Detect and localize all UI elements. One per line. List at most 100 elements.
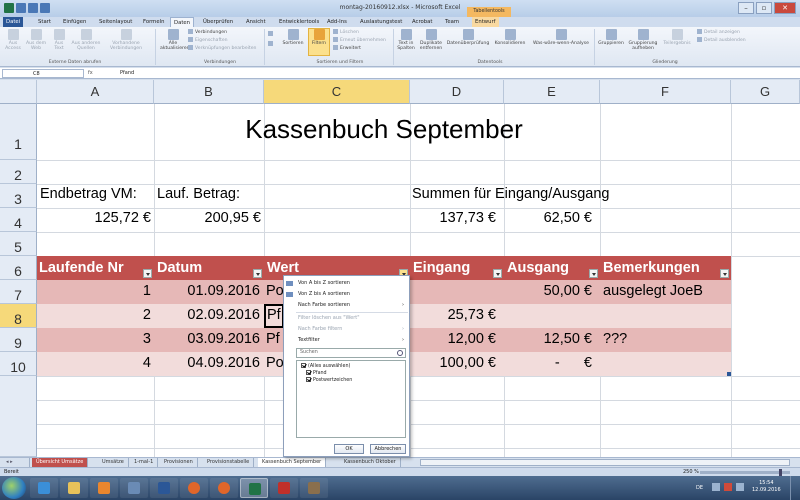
cell-nr[interactable]: 1 <box>37 283 151 299</box>
row-header-1[interactable]: 1 <box>0 104 37 160</box>
zoom-slider-knob[interactable] <box>779 469 782 476</box>
row-header-4[interactable]: 4 <box>0 208 37 232</box>
cell-datum[interactable]: 02.09.2016 <box>154 307 260 323</box>
tab-add-ins[interactable]: Add-Ins <box>324 17 350 27</box>
tab-entwurf[interactable]: Entwurf <box>472 17 499 27</box>
sheet-tab-umsaetze[interactable]: Umsätze <box>98 458 129 467</box>
checkbox-checked[interactable] <box>306 377 311 382</box>
zoom-slider[interactable] <box>700 471 790 474</box>
cell-nr[interactable]: 2 <box>37 307 151 323</box>
cell-eingang[interactable]: 12,00 € <box>410 331 496 347</box>
sheet-tab-kassenbuch-september[interactable]: Kassenbuch September <box>258 458 327 467</box>
data-validation-button[interactable]: Datenüberprüfung <box>446 29 490 46</box>
sort-button[interactable]: Sortieren <box>280 29 306 46</box>
sheet-tab-provisionen[interactable]: Provisionen <box>160 458 198 467</box>
cell-ausgang[interactable]: 12,50 € <box>504 331 592 347</box>
tab-einfuegen[interactable]: Einfügen <box>60 17 89 27</box>
menu-filter-by-color[interactable]: Nach Farbe filtern › <box>284 324 409 335</box>
tab-formeln[interactable]: Formeln <box>140 17 167 27</box>
column-header-e[interactable]: E <box>504 80 600 104</box>
filter-cancel-button[interactable]: Abbrechen <box>370 444 406 454</box>
row-header-8[interactable]: 8 <box>0 304 37 328</box>
formula-input[interactable]: Pfand <box>120 69 134 78</box>
taskbar-word[interactable] <box>150 478 178 498</box>
network-icon[interactable] <box>736 483 744 491</box>
language-indicator[interactable]: DE <box>696 485 703 491</box>
clock[interactable]: 15:54 12.09.2016 <box>752 480 781 494</box>
edit-links-button[interactable]: Verknüpfungen bearbeiten <box>188 45 256 52</box>
minimize-button[interactable]: – <box>738 2 754 14</box>
from-web-button[interactable]: Aus dem Web <box>24 29 48 52</box>
subtotal-button[interactable]: Teilergebnis <box>661 29 693 46</box>
tab-entwicklertools[interactable]: Entwicklertools <box>276 17 322 27</box>
horizontal-scrollbar[interactable] <box>420 459 790 466</box>
zoom-level[interactable]: 250 % <box>683 469 699 475</box>
tab-ansicht[interactable]: Ansicht <box>243 17 269 27</box>
from-other-sources-button[interactable]: Aus anderen Quellen <box>70 29 102 52</box>
cell-wert[interactable]: Pf <box>266 331 284 347</box>
row-header-3[interactable]: 3 <box>0 184 37 208</box>
column-header-b[interactable]: B <box>154 80 264 104</box>
sheet-tab-provisionstabelle[interactable]: Provisionstabelle <box>203 458 255 467</box>
table-resize-handle[interactable] <box>727 372 731 376</box>
consolidate-button[interactable]: Konsolidieren <box>492 29 528 46</box>
tray-icon[interactable] <box>724 483 732 491</box>
cell-nr[interactable]: 3 <box>37 331 151 347</box>
taskbar-media-player[interactable] <box>90 478 118 498</box>
close-button[interactable]: ✕ <box>774 2 796 14</box>
tab-auslastungstest[interactable]: Auslastungstest <box>357 17 405 27</box>
tab-acrobat[interactable]: Acrobat <box>409 17 435 27</box>
cell-bemerkung[interactable]: ??? <box>603 331 627 347</box>
taskbar-firefox-2[interactable] <box>210 478 238 498</box>
cell-datum[interactable]: 01.09.2016 <box>154 283 260 299</box>
tab-ueberpruefen[interactable]: Überprüfen <box>200 17 236 27</box>
taskbar-ie[interactable] <box>30 478 58 498</box>
remove-duplicates-button[interactable]: Duplikate entfernen <box>418 29 444 52</box>
filter-search-input[interactable]: Suchen <box>296 348 406 358</box>
filter-dropdown-bemerkungen[interactable] <box>720 269 729 278</box>
row-header-2[interactable]: 2 <box>0 160 37 184</box>
sheet-tab-kassenbuch-oktober[interactable]: Kassenbuch Oktober <box>340 458 401 467</box>
taskbar-acrobat[interactable] <box>270 478 298 498</box>
tray-icon[interactable] <box>712 483 720 491</box>
select-all-corner[interactable] <box>0 80 37 104</box>
filter-dropdown-laufende-nr[interactable] <box>143 269 152 278</box>
filter-dropdown-eingang[interactable] <box>493 269 502 278</box>
row-header-6[interactable]: 6 <box>0 256 37 280</box>
tab-daten[interactable]: Daten <box>170 17 195 27</box>
active-cell-c8[interactable]: Pf <box>264 304 284 328</box>
show-detail-button[interactable]: Detail anzeigen <box>697 29 740 36</box>
column-header-g[interactable]: G <box>731 80 800 104</box>
column-header-a[interactable]: A <box>37 80 154 104</box>
hide-detail-button[interactable]: Detail ausblenden <box>697 37 746 44</box>
taskbar-explorer[interactable] <box>60 478 88 498</box>
from-access-button[interactable]: Aus Access <box>3 29 23 52</box>
menu-sort-by-color[interactable]: Nach Farbe sortieren › <box>284 300 409 311</box>
filter-dropdown-ausgang[interactable] <box>589 269 598 278</box>
cell-ausgang[interactable]: - € <box>504 355 592 371</box>
sort-za-small-button[interactable] <box>268 41 275 48</box>
ungroup-button[interactable]: Gruppierung aufheben <box>627 29 659 52</box>
sort-az-small-button[interactable] <box>268 31 275 38</box>
checkbox-checked[interactable] <box>301 363 306 368</box>
reapply-button[interactable]: Erneut übernehmen <box>333 37 386 44</box>
cell-datum[interactable]: 04.09.2016 <box>154 355 260 371</box>
tab-seitenlayout[interactable]: Seitenlayout <box>96 17 135 27</box>
column-header-d[interactable]: D <box>410 80 504 104</box>
column-header-f[interactable]: F <box>600 80 731 104</box>
name-box[interactable]: C8 <box>2 69 84 78</box>
cell-ausgang[interactable]: 50,00 € <box>504 283 592 299</box>
advanced-filter-button[interactable]: Erweitert <box>333 45 361 52</box>
cell-eingang[interactable]: 25,73 € <box>410 307 496 323</box>
taskbar-app[interactable] <box>120 478 148 498</box>
tab-datei[interactable]: Datei <box>3 17 24 27</box>
show-desktop-button[interactable] <box>790 476 800 500</box>
column-header-c[interactable]: C <box>264 80 410 104</box>
tab-team[interactable]: Team <box>442 17 462 27</box>
clear-filter-button[interactable]: Löschen <box>333 29 359 36</box>
cell-eingang[interactable]: 100,00 € <box>410 355 496 371</box>
what-if-analysis-button[interactable]: Was-wäre-wenn-Analyse <box>530 29 592 46</box>
sheet-nav-arrows[interactable]: ◂ ▸ <box>2 458 30 467</box>
filter-button[interactable]: Filtern <box>308 28 330 56</box>
taskbar-app-2[interactable] <box>300 478 328 498</box>
